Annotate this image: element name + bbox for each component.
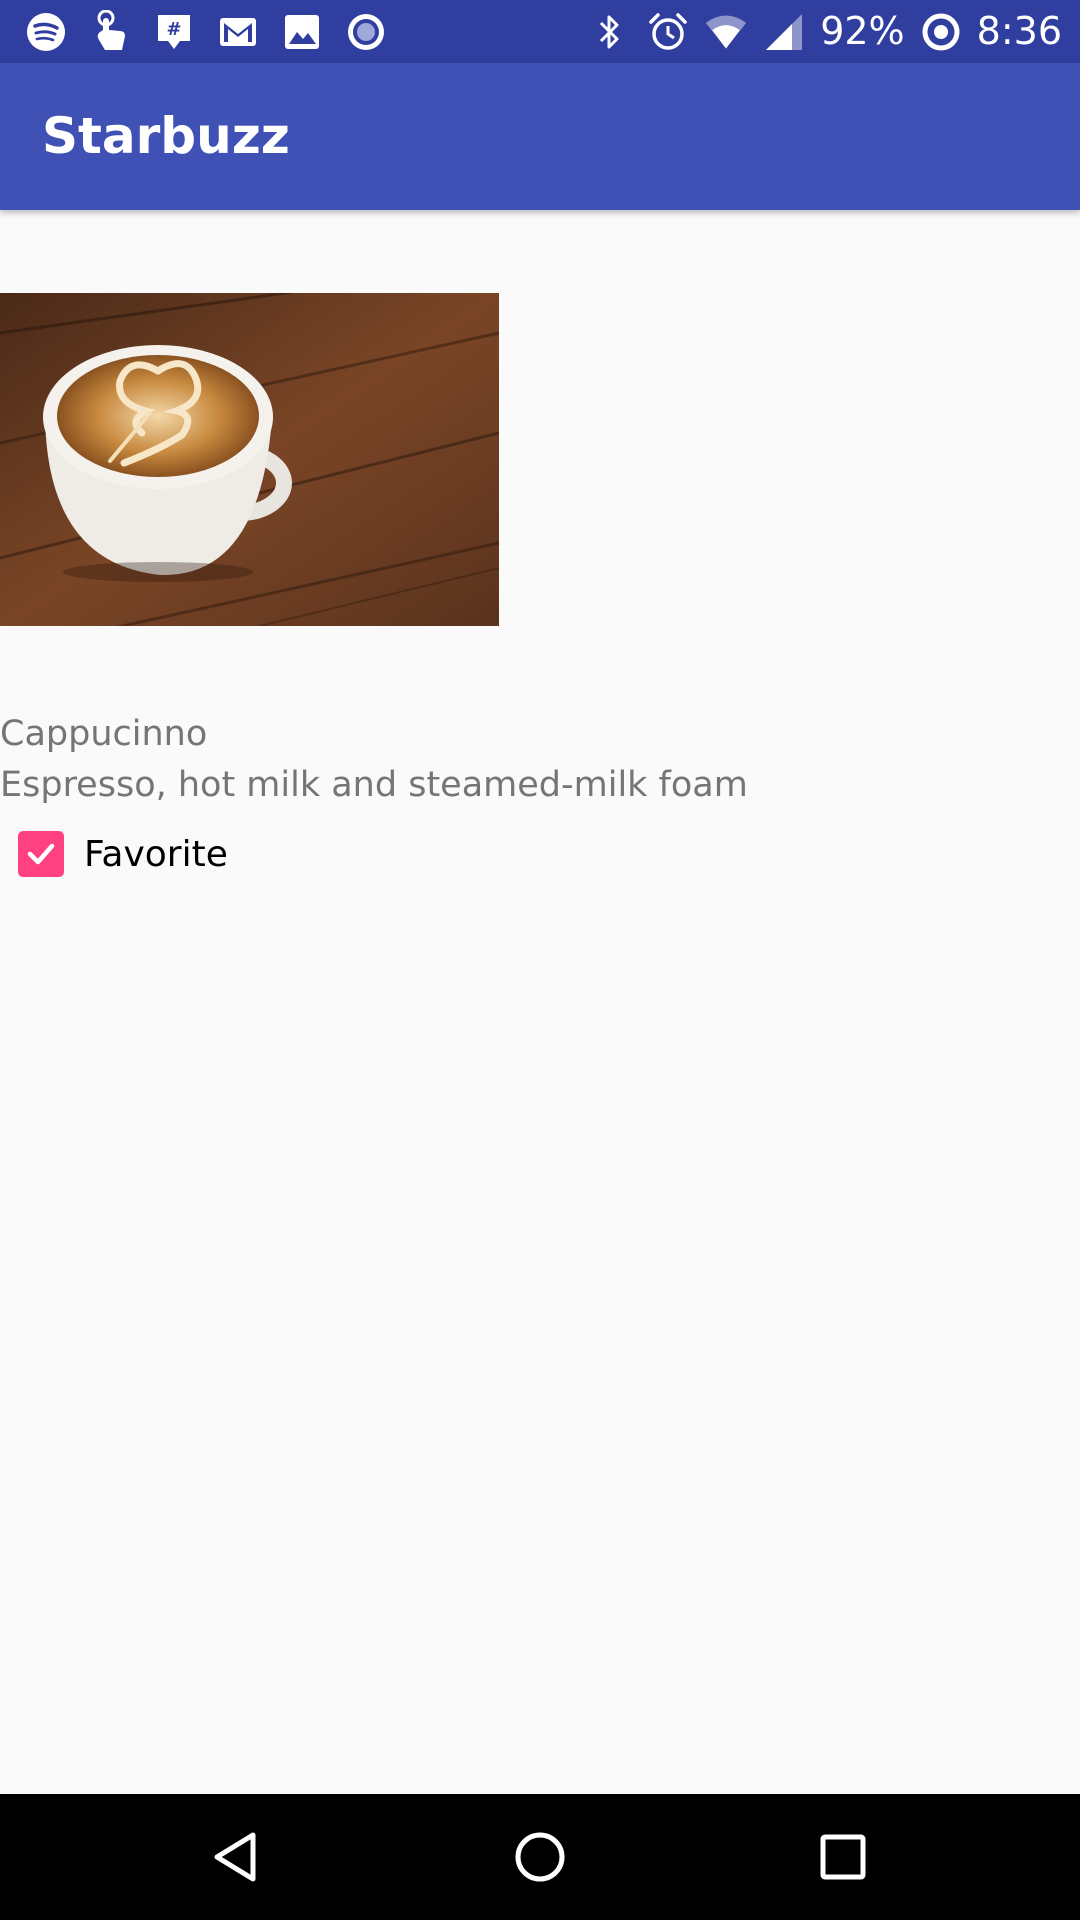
- record-icon: [344, 10, 388, 54]
- spotify-icon: [24, 10, 68, 54]
- home-icon[interactable]: [510, 1827, 570, 1887]
- checkbox-checked-icon[interactable]: [18, 831, 64, 877]
- battery-icon: [919, 10, 963, 54]
- system-status: 92% 8:36: [588, 0, 1062, 63]
- bluetooth-icon: [588, 10, 632, 54]
- wifi-icon: [704, 10, 748, 54]
- drink-description: Espresso, hot milk and steamed-milk foam: [0, 765, 748, 805]
- favorite-checkbox[interactable]: Favorite: [18, 830, 228, 878]
- recents-icon[interactable]: [813, 1827, 873, 1887]
- battery-percentage: 92%: [820, 9, 905, 53]
- app-bar: Starbuzz: [0, 63, 1080, 210]
- drink-detail: Cappucinno Espresso, hot milk and steame…: [0, 210, 1080, 1794]
- svg-text:#: #: [166, 19, 181, 40]
- back-icon[interactable]: [206, 1827, 266, 1887]
- gmail-icon: [216, 10, 260, 54]
- notification-icons: #: [24, 0, 388, 63]
- alarm-icon: [646, 10, 690, 54]
- slack-icon: #: [152, 10, 196, 54]
- gallery-icon: [280, 10, 324, 54]
- cappuccino-photo: [0, 293, 499, 626]
- drink-name: Cappucinno: [0, 714, 208, 754]
- navigation-bar: [0, 1794, 1080, 1920]
- status-bar: # 92% 8:36: [0, 0, 1080, 63]
- clock: 8:36: [976, 9, 1062, 53]
- cell-signal-icon: [762, 10, 806, 54]
- touch-icon: [88, 9, 132, 54]
- app-title: Starbuzz: [42, 107, 290, 165]
- favorite-label[interactable]: Favorite: [84, 834, 228, 875]
